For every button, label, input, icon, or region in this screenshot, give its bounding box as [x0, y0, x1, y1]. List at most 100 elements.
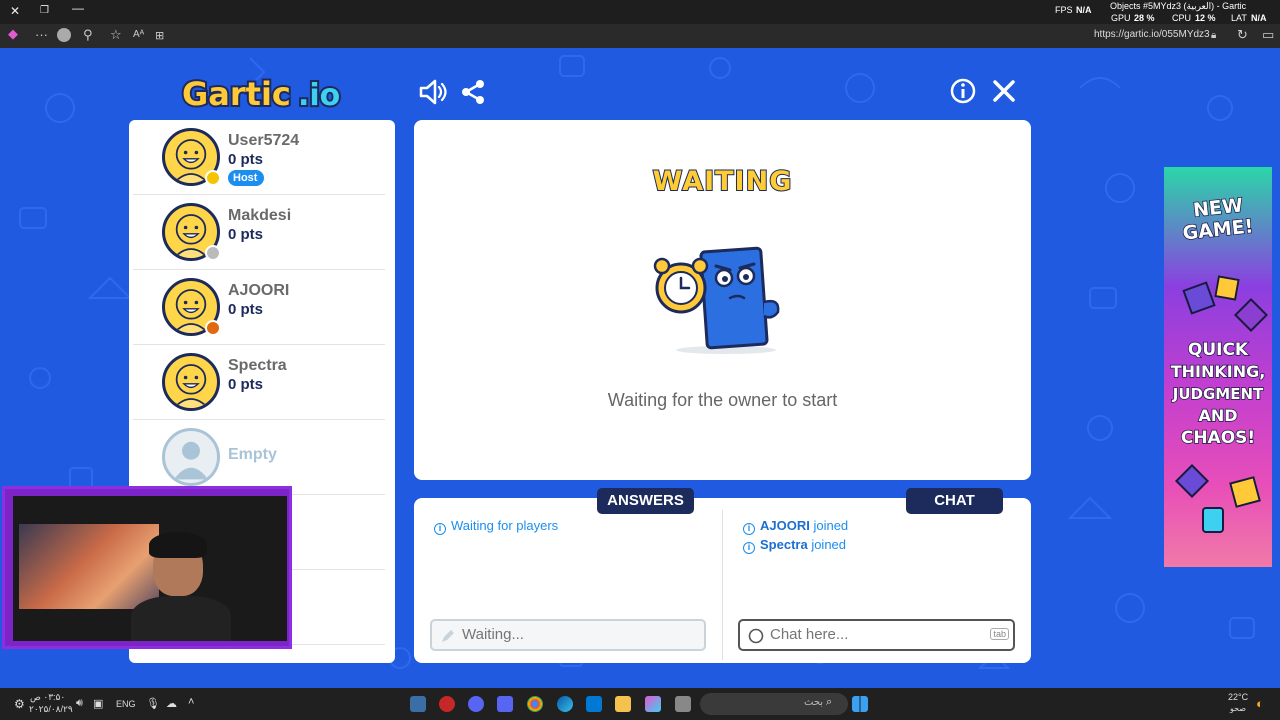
app-icon[interactable] — [439, 696, 455, 712]
info-icon: i — [434, 523, 446, 535]
info-icon: i — [743, 523, 755, 535]
player-name: User5724 — [228, 132, 300, 149]
weather-text[interactable]: صحو — [1230, 704, 1246, 713]
stage-title: WAITING — [652, 165, 793, 198]
ad-text: THINKING, — [1170, 361, 1266, 382]
microphone-icon[interactable]: 🎙︎ — [146, 697, 160, 710]
svg-text:Gartic: Gartic — [182, 75, 291, 113]
close-game-icon[interactable] — [989, 76, 1019, 106]
refresh-icon[interactable]: ↻ — [1237, 27, 1248, 43]
player-name: Makdesi — [228, 207, 292, 224]
share-icon[interactable] — [458, 77, 488, 107]
chat-message: i AJOORI joined — [743, 518, 848, 535]
store-icon[interactable] — [586, 696, 602, 712]
app-icon[interactable] — [675, 696, 691, 712]
player-row[interactable]: User5724 0 pts Host — [133, 120, 385, 195]
ad-text: CHAOS! — [1180, 427, 1256, 449]
info-icon[interactable] — [948, 76, 978, 106]
copilot-icon[interactable]: ◆ — [8, 26, 18, 42]
game-area: Gartic .io User5724 0 pts Host Makdesi 0… — [0, 48, 1280, 688]
pencil-icon — [442, 630, 454, 642]
cortana-icon[interactable] — [468, 696, 484, 712]
profile-avatar[interactable] — [57, 28, 71, 42]
chat-header: CHAT — [906, 488, 1003, 514]
search-placeholder: بحث — [804, 697, 824, 708]
windows-start-icon[interactable] — [852, 696, 868, 712]
stage-message: Waiting for the owner to start — [607, 390, 838, 410]
language-indicator[interactable]: ENG — [116, 699, 136, 709]
fps-value: N/A — [1076, 5, 1092, 15]
cpu-value: 12 % — [1195, 13, 1216, 23]
sound-icon[interactable] — [418, 77, 448, 107]
network-icon[interactable]: ▣ — [93, 697, 103, 710]
gartic-logo[interactable]: Gartic .io — [180, 72, 350, 114]
chat-message-name: Spectra — [760, 537, 808, 552]
restore-window-icon[interactable]: ❐ — [40, 5, 49, 16]
waiting-mascot-icon — [653, 246, 780, 354]
minimize-window-icon[interactable]: — — [72, 1, 84, 15]
player-status-dot — [205, 245, 221, 261]
player-row[interactable]: Makdesi 0 pts — [133, 195, 385, 270]
chat-message: i Spectra joined — [743, 537, 846, 554]
ad-decor-icon — [1234, 298, 1268, 332]
close-window-icon[interactable]: ✕ — [10, 4, 20, 18]
temperature[interactable]: 22°C — [1228, 692, 1248, 702]
webcam-feed — [13, 496, 287, 641]
cpu-label: CPU — [1172, 13, 1192, 23]
taskbar-search[interactable]: بحث ⌕ — [700, 693, 848, 715]
info-icon: i — [743, 542, 755, 554]
chrome-icon[interactable] — [527, 696, 543, 712]
answers-message-text: Waiting for players — [451, 518, 559, 533]
tab-title[interactable]: Objects #5MYdz3 (العربية) - Gartic — [1110, 1, 1246, 12]
split-screen-icon[interactable]: ⊞ — [155, 29, 164, 42]
player-name: Empty — [228, 446, 277, 463]
player-avatar — [162, 353, 220, 411]
chat-input[interactable] — [770, 626, 990, 643]
clock-date[interactable]: ۲۰۲۵/۰۸/۲۹ — [29, 704, 73, 715]
chat-message-text: joined — [809, 518, 849, 533]
lock-icon: 🔒︎ — [1211, 30, 1217, 41]
pin-icon[interactable]: ⚲ — [83, 27, 93, 43]
ad-decor-icon — [1182, 281, 1216, 315]
clock-time[interactable]: ۰۳:۵۰ ص — [30, 692, 65, 703]
copilot-app-icon[interactable] — [645, 696, 661, 712]
lat-label: LAT — [1231, 13, 1247, 23]
read-aloud-icon[interactable]: Aᴬ — [133, 29, 144, 40]
chat-message-text: joined — [807, 537, 847, 552]
steam-icon[interactable] — [410, 696, 426, 712]
webcam-overlay — [2, 486, 292, 649]
file-explorer-icon[interactable] — [615, 696, 631, 712]
answers-message: i Waiting for players — [434, 518, 558, 535]
player-status-dot — [205, 320, 221, 336]
chat-message-name: AJOORI — [760, 518, 810, 533]
edge-icon[interactable] — [557, 696, 573, 712]
answer-field[interactable] — [430, 619, 706, 651]
answer-input[interactable] — [462, 626, 682, 643]
player-row-empty: Empty — [133, 420, 385, 495]
player-row[interactable]: AJOORI 0 pts — [133, 270, 385, 345]
ad-decor-icon — [1229, 476, 1261, 508]
volume-icon[interactable]: 🔊︎ — [76, 697, 83, 710]
player-points: 0 pts — [228, 151, 264, 168]
chat-field[interactable]: tab — [738, 619, 1015, 651]
ad-text: AND — [1198, 405, 1239, 426]
player-row[interactable]: Spectra 0 pts — [133, 345, 385, 420]
player-points: 0 pts — [228, 226, 264, 243]
tab-key-hint: tab — [990, 628, 1009, 640]
settings-gear-icon[interactable]: ⚙ — [14, 697, 25, 711]
advertisement-banner[interactable]: NEW GAME! QUICK THINKING, JUDGMENT AND C… — [1164, 167, 1272, 567]
discord-icon[interactable] — [497, 696, 513, 712]
more-icon[interactable]: ··· — [35, 27, 48, 42]
answers-header: ANSWERS — [597, 488, 694, 514]
panel-divider — [722, 510, 723, 660]
player-points: 0 pts — [228, 301, 264, 318]
gpu-label: GPU — [1111, 13, 1131, 23]
address-url[interactable]: https://gartic.io/055MYdz3 — [1094, 29, 1210, 40]
fps-label: FPS — [1055, 5, 1073, 15]
favorite-star-icon[interactable]: ☆ — [110, 27, 122, 43]
onedrive-icon[interactable]: ☁ — [166, 697, 177, 710]
player-points: 0 pts — [228, 376, 264, 393]
tray-expand-icon[interactable]: ˄ — [188, 696, 194, 708]
search-icon: ⌕ — [826, 696, 833, 708]
sidebar-toggle-icon[interactable]: ▭ — [1262, 27, 1274, 43]
